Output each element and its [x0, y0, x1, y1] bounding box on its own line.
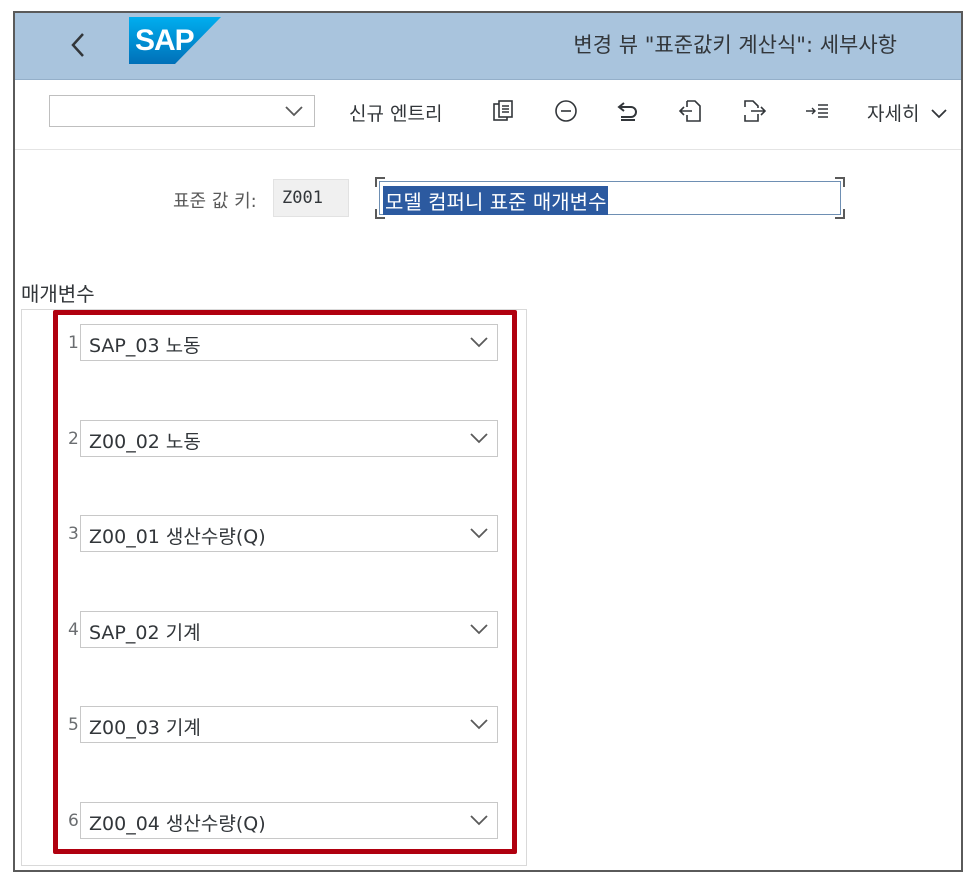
- next-entry-button[interactable]: [738, 95, 770, 127]
- chevron-down-icon: [930, 109, 947, 119]
- new-entries-button[interactable]: 신규 엔트리: [349, 99, 442, 126]
- copy-icon: [493, 100, 513, 121]
- goto-button[interactable]: [801, 95, 833, 127]
- more-button[interactable]: 자세히: [867, 99, 948, 126]
- description-input-box: 모델 컴퍼니 표준 매개변수: [379, 181, 841, 215]
- more-button-label: 자세히: [867, 103, 920, 125]
- standard-value-key-label: 표준 값 키:: [173, 191, 257, 212]
- description-selected-text: 모델 컴퍼니 표준 매개변수: [383, 186, 609, 215]
- toolbar: 신규 엔트리 자세히: [15, 79, 961, 150]
- variant-select[interactable]: [49, 95, 315, 127]
- chevron-down-icon: [285, 106, 303, 117]
- undo-icon: [617, 102, 637, 121]
- page-title: 변경 뷰 "표준값키 계산식": 세부사항: [573, 33, 897, 57]
- document-arrow-right-icon: [744, 100, 767, 122]
- undo-button[interactable]: [612, 95, 644, 127]
- sap-logo[interactable]: SAP: [129, 17, 221, 64]
- previous-entry-button[interactable]: [675, 95, 707, 127]
- document-arrow-left-icon: [678, 100, 701, 122]
- shell-bar: SAP 변경 뷰 "표준값키 계산식": 세부사항: [15, 13, 961, 80]
- chevron-left-icon: [71, 33, 84, 57]
- back-button[interactable]: [61, 27, 95, 63]
- window-frame: SAP 변경 뷰 "표준값키 계산식": 세부사항 신규 엔트리 자세히 표준 …: [13, 11, 963, 872]
- parameters-section-title: 매개변수: [21, 282, 95, 306]
- annotation-highlight-box: [53, 310, 517, 854]
- standard-value-key-field: Z001: [273, 179, 349, 217]
- minus-circle-icon: [555, 100, 577, 122]
- description-input[interactable]: 모델 컴퍼니 표준 매개변수: [375, 177, 845, 219]
- svg-text:SAP: SAP: [135, 24, 194, 57]
- copy-button[interactable]: [487, 95, 519, 127]
- indent-list-icon: [806, 104, 828, 118]
- delete-button[interactable]: [550, 95, 582, 127]
